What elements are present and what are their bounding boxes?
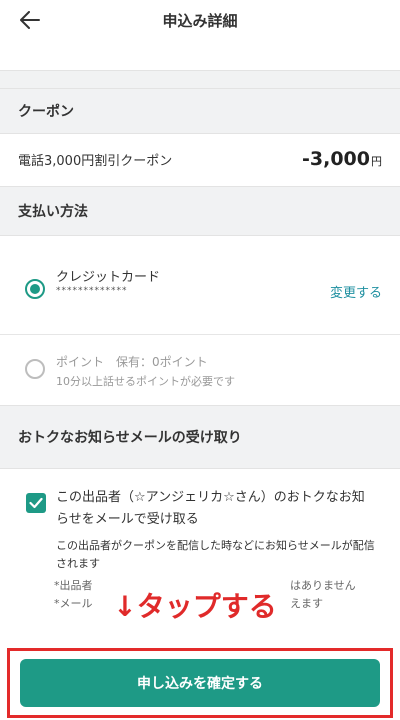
- confirm-application-button[interactable]: 申し込みを確定する: [20, 659, 380, 707]
- credit-card-radio[interactable]: [25, 279, 45, 299]
- mail-note-2-left: *メール: [54, 597, 93, 610]
- mail-section-title: おトクなお知らせメールの受け取り: [18, 430, 242, 446]
- section-spacer: [0, 70, 400, 90]
- payment-option-credit-card[interactable]: クレジットカード ************* 変更する: [0, 236, 400, 334]
- mail-optin-description: この出品者がクーポンを配信した時などにお知らせメールが配信されます: [56, 539, 375, 570]
- arrow-left-icon: [20, 11, 40, 29]
- mail-note-2-right: えます: [290, 597, 323, 610]
- coupon-name: 電話3,000円割引クーポン: [18, 154, 173, 169]
- change-payment-link[interactable]: 変更する: [330, 282, 382, 301]
- points-note: 10分以上話せるポイントが必要です: [56, 375, 235, 388]
- coupon-row: 電話3,000円割引クーポン -3,000円: [0, 134, 400, 186]
- tap-annotation: ↓タップする: [100, 576, 290, 634]
- coupon-section-title: クーポン: [18, 104, 74, 120]
- mail-section-header: おトクなお知らせメールの受け取り: [0, 405, 400, 469]
- mail-note-1-left: *出品者: [54, 579, 93, 592]
- page-title: 申込み詳細: [162, 11, 238, 30]
- credit-card-label: クレジットカード: [56, 270, 161, 285]
- cta-highlight-frame: 申し込みを確定する: [7, 648, 393, 718]
- coupon-amount: -3,000円: [302, 148, 382, 170]
- mail-optin-checkbox[interactable]: [26, 493, 46, 513]
- points-label: ポイント 保有：0ポイント: [56, 355, 208, 369]
- points-radio[interactable]: [25, 359, 45, 379]
- back-button[interactable]: [14, 4, 46, 36]
- coupon-section-header: クーポン: [0, 88, 400, 134]
- coupon-amount-value: -3,000: [302, 148, 370, 170]
- mail-optin-label[interactable]: この出品者（☆アンジェリカ☆さん）のおトクなお知らせをメールで受け取る: [56, 487, 376, 531]
- payment-option-points[interactable]: ポイント 保有：0ポイント 10分以上話せるポイントが必要です: [0, 335, 400, 405]
- mail-note-1-right: はありません: [290, 579, 356, 592]
- coupon-amount-unit: 円: [371, 155, 382, 168]
- credit-card-number: *************: [56, 286, 128, 296]
- payment-section-header: 支払い方法: [0, 186, 400, 236]
- confirm-application-label: 申し込みを確定する: [137, 676, 263, 692]
- checkmark-icon: [29, 497, 43, 509]
- tap-annotation-text: ↓タップする: [113, 590, 277, 623]
- top-bar: 申込み詳細: [0, 0, 400, 40]
- payment-section-title: 支払い方法: [18, 204, 88, 220]
